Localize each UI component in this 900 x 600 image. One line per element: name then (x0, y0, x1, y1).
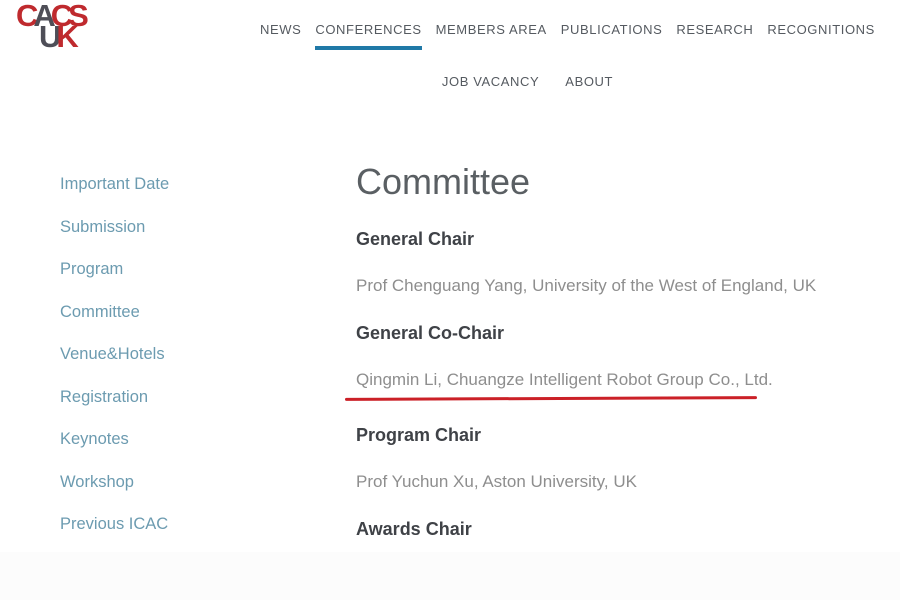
committee-role: Awards Chair (356, 517, 826, 541)
nav-item-job-vacancy[interactable]: JOB VACANCY (442, 74, 539, 102)
committee-person: Prof Chenguang Yang, University of the W… (356, 274, 826, 298)
sidebar-item-venue-hotels[interactable]: Venue&Hotels (60, 342, 280, 366)
sidebar-item-registration[interactable]: Registration (60, 385, 280, 409)
committee-section-program-chair: Program Chair Prof Yuchun Xu, Aston Univ… (356, 423, 826, 494)
nav-item-publications[interactable]: PUBLICATIONS (561, 22, 663, 50)
sidebar-item-program[interactable]: Program (60, 257, 280, 281)
committee-role: General Co-Chair (356, 321, 826, 345)
page-title: Committee (356, 160, 826, 204)
nav-item-news[interactable]: NEWS (260, 22, 301, 50)
sidebar-item-committee[interactable]: Committee (60, 300, 280, 324)
sidebar-item-important-date[interactable]: Important Date (60, 172, 280, 196)
site-logo[interactable]: CACS UK (16, 4, 84, 49)
nav-item-conferences[interactable]: CONFERENCES (315, 22, 421, 50)
sidebar-item-keynotes[interactable]: Keynotes (60, 427, 280, 451)
main-nav: NEWS CONFERENCES MEMBERS AREA PUBLICATIO… (260, 22, 875, 102)
sidebar: Important Date Submission Program Commit… (60, 172, 280, 555)
committee-section-general-chair: General Chair Prof Chenguang Yang, Unive… (356, 227, 826, 298)
committee-role: Program Chair (356, 423, 826, 447)
committee-person: Qingmin Li, Chuangze Intelligent Robot G… (356, 368, 826, 392)
main-nav-row-1: NEWS CONFERENCES MEMBERS AREA PUBLICATIO… (260, 22, 875, 50)
site-header: CACS UK NEWS CONFERENCES MEMBERS AREA PU… (0, 0, 900, 115)
nav-item-members-area[interactable]: MEMBERS AREA (436, 22, 547, 50)
committee-section-general-co-chair: General Co-Chair Qingmin Li, Chuangze In… (356, 321, 826, 400)
footer-band (0, 552, 900, 600)
committee-person: Prof Yuchun Xu, Aston University, UK (356, 470, 826, 494)
nav-item-research[interactable]: RESEARCH (676, 22, 753, 50)
red-annotation-underline (345, 396, 757, 401)
nav-item-about[interactable]: ABOUT (565, 74, 613, 102)
main-nav-row-2: JOB VACANCY ABOUT (220, 74, 835, 102)
nav-item-recognitions[interactable]: RECOGNITIONS (767, 22, 875, 50)
committee-content: Committee General Chair Prof Chenguang Y… (356, 160, 826, 588)
committee-role: General Chair (356, 227, 826, 251)
sidebar-item-previous-icac[interactable]: Previous ICAC (60, 512, 280, 536)
sidebar-item-workshop[interactable]: Workshop (60, 470, 280, 494)
sidebar-item-submission[interactable]: Submission (60, 215, 280, 239)
